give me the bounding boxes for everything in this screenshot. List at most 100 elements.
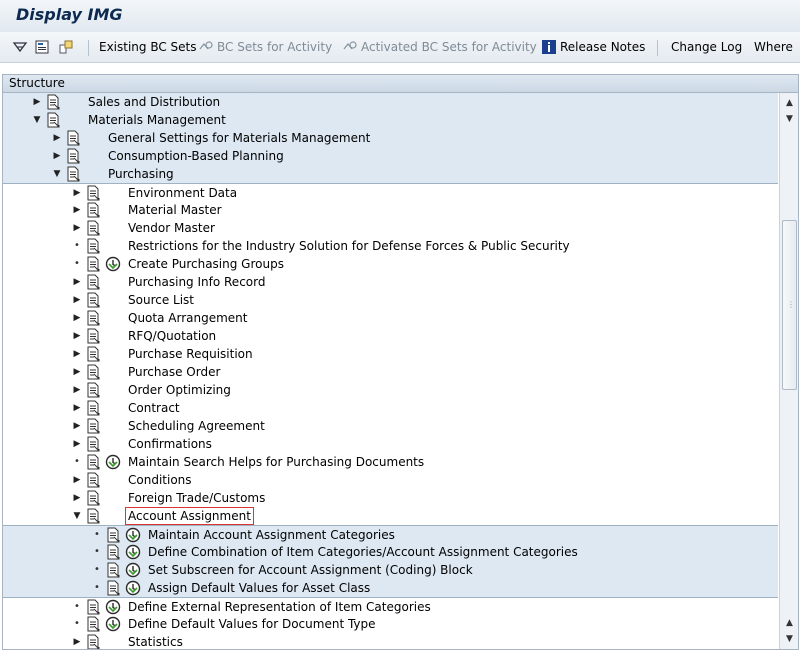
tree-row[interactable]: • Maintain Account Assignment Categories [3,525,778,544]
tree-row[interactable]: • Create Purchasing Groups [3,255,778,273]
tree-row[interactable]: ▶ Conditions [3,471,778,489]
document-icon[interactable] [45,94,61,110]
expand-arrow-icon[interactable]: ▶ [71,221,83,235]
scroll-down-arrow-icon[interactable]: ▼ [780,111,798,127]
expand-arrow-icon[interactable]: ▶ [51,149,63,163]
tree-row[interactable]: ▶ Confirmations [3,435,778,453]
clock-execute-icon[interactable] [105,616,121,632]
tree-row[interactable]: ▶ Source List [3,291,778,309]
change-log-button[interactable]: Change Log [671,32,742,62]
document-icon[interactable] [45,112,61,128]
document-icon[interactable] [105,580,121,596]
collapse-arrow-icon[interactable]: ▼ [71,509,83,523]
tree-node-label[interactable]: Material Master [128,202,222,218]
tree-row[interactable]: • Define Default Values for Document Type [3,615,778,633]
document-icon[interactable] [85,472,101,488]
tree-row[interactable]: ▶ General Settings for Materials Manageme… [3,129,778,147]
expand-arrow-icon[interactable]: ▶ [71,186,83,200]
tree-row[interactable]: ▶ Quota Arrangement [3,309,778,327]
document-icon[interactable] [85,418,101,434]
expand-arrow-icon[interactable]: ▶ [51,131,63,145]
document-icon[interactable] [65,130,81,146]
expand-arrow-icon[interactable]: ▶ [71,203,83,217]
tree-row[interactable]: ▶ Purchasing Info Record [3,273,778,291]
document-icon[interactable] [85,364,101,380]
info-button[interactable] [34,32,53,62]
tree-node-label[interactable]: Define External Representation of Item C… [128,599,431,615]
document-icon[interactable] [85,202,101,218]
scroll-down-arrow-icon[interactable]: ▼ [780,631,798,647]
tree-row[interactable]: • Set Subscreen for Account Assignment (C… [3,561,778,579]
expand-arrow-icon[interactable]: ▶ [71,311,83,325]
document-icon[interactable] [85,616,101,632]
tree-node-label[interactable]: Set Subscreen for Account Assignment (Co… [148,562,473,578]
scroll-up-arrow-icon[interactable]: ▲ [780,95,798,111]
clock-execute-icon[interactable] [105,256,121,272]
tree-node-label[interactable]: Account Assignment [125,507,254,525]
tree-node-label[interactable]: Vendor Master [128,220,215,236]
tree-node-label[interactable]: RFQ/Quotation [128,328,216,344]
tree-row[interactable]: • Define External Representation of Item … [3,597,778,616]
tree-node-label[interactable]: Conditions [128,472,192,488]
document-icon[interactable] [85,508,101,524]
document-icon[interactable] [105,544,121,560]
document-icon[interactable] [85,436,101,452]
document-icon[interactable] [65,166,81,182]
clock-execute-icon[interactable] [125,562,141,578]
document-icon[interactable] [85,238,101,254]
tree-row[interactable]: • Define Combination of Item Categories/A… [3,543,778,561]
tree-node-label[interactable]: Contract [128,400,180,416]
document-icon[interactable] [85,274,101,290]
tree-row[interactable]: ▶ Statistics [3,633,778,649]
document-icon[interactable] [85,346,101,362]
expand-arrow-icon[interactable]: ▶ [71,293,83,307]
where-used-button[interactable]: Where [754,32,793,62]
clock-execute-icon[interactable] [105,599,121,615]
tree-node-label[interactable]: Maintain Search Helps for Purchasing Doc… [128,454,424,470]
document-icon[interactable] [85,454,101,470]
existing-bc-sets-button[interactable]: Existing BC Sets [99,32,197,62]
tree-node-label[interactable]: Define Default Values for Document Type [128,616,376,632]
scrollbar-thumb[interactable]: ⋮⋮ [782,220,798,390]
expand-arrow-icon[interactable]: ▶ [71,383,83,397]
document-icon[interactable] [85,220,101,236]
tree-row[interactable]: ▼ Purchasing [3,165,778,183]
expand-arrow-icon[interactable]: ▶ [71,401,83,415]
document-icon[interactable] [85,310,101,326]
document-icon[interactable] [65,148,81,164]
collapse-arrow-icon[interactable]: ▼ [31,113,43,127]
tree-node-label[interactable]: Purchase Requisition [128,346,253,362]
bc-sets-for-activity-button[interactable]: BC Sets for Activity [198,32,332,62]
tree-row[interactable]: ▼ Materials Management [3,111,778,129]
release-notes-button[interactable]: Release Notes [541,32,645,62]
tree-row[interactable]: ▶ Purchase Order [3,363,778,381]
clock-execute-icon[interactable] [105,454,121,470]
expand-arrow-icon[interactable]: ▶ [71,491,83,505]
tree-row[interactable]: ▶ Order Optimizing [3,381,778,399]
document-icon[interactable] [85,599,101,615]
tree-row[interactable]: ▶ RFQ/Quotation [3,327,778,345]
tree-node-label[interactable]: Restrictions for the Industry Solution f… [128,238,570,254]
tree-node-label[interactable]: Purchase Order [128,364,220,380]
vertical-scrollbar[interactable]: ▲ ▼ ⋮⋮ ▲ ▼ [779,93,798,649]
document-icon[interactable] [85,490,101,506]
tree-node-label[interactable]: Define Combination of Item Categories/Ac… [148,544,578,560]
expand-arrow-icon[interactable]: ▶ [71,635,83,649]
clock-execute-icon[interactable] [125,580,141,596]
collapse-arrow-icon[interactable]: ▼ [51,167,63,181]
tree-node-label[interactable]: Sales and Distribution [88,94,220,110]
tree-row[interactable]: ▶ Foreign Trade/Customs [3,489,778,507]
tree-node-label[interactable]: Foreign Trade/Customs [128,490,265,506]
tree-node-label[interactable]: Consumption-Based Planning [108,148,284,164]
tree-node-label[interactable]: Environment Data [128,185,237,201]
expand-arrow-icon[interactable]: ▶ [71,473,83,487]
tree-node-label[interactable]: Statistics [128,634,183,649]
document-icon[interactable] [85,634,101,649]
tree-node-label[interactable]: Create Purchasing Groups [128,256,284,272]
expand-arrow-icon[interactable]: ▶ [71,437,83,451]
tree-node-label[interactable]: Assign Default Values for Asset Class [148,580,370,596]
expand-arrow-icon[interactable]: ▶ [71,365,83,379]
document-icon[interactable] [85,400,101,416]
tree-node-label[interactable]: Maintain Account Assignment Categories [148,527,395,543]
tree-node-label[interactable]: Purchasing Info Record [128,274,265,290]
